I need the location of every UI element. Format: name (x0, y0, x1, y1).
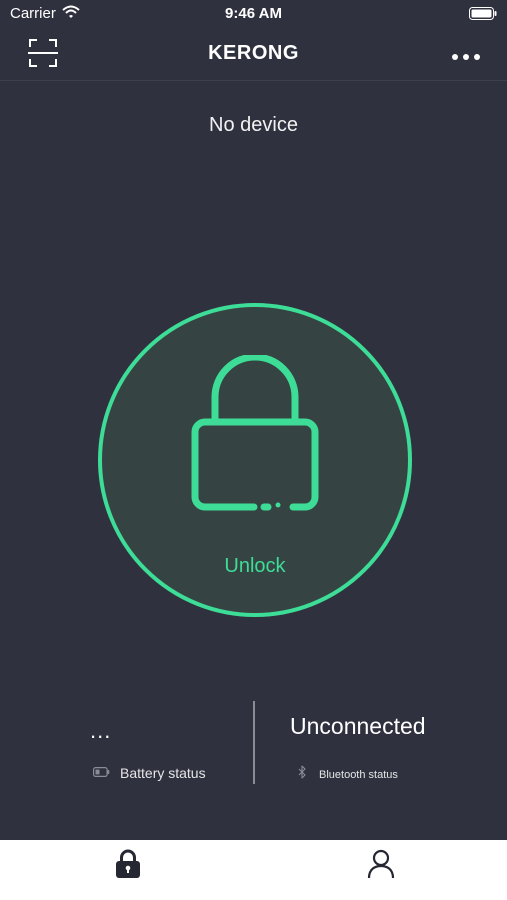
battery-icon (93, 764, 110, 782)
page-title: KERONG (208, 42, 299, 64)
bluetooth-status-label: Bluetooth status (319, 768, 398, 781)
more-dots-icon[interactable] (451, 48, 481, 66)
status-time: 9:46 AM (225, 5, 282, 22)
padlock-icon (188, 353, 322, 520)
tab-bar (0, 840, 507, 900)
battery-stat: ... Battery status (0, 700, 253, 790)
bluetooth-stat: Unconnected Bluetooth status (256, 700, 507, 790)
status-bar: Carrier 9:46 AM (0, 0, 507, 28)
bluetooth-icon (298, 765, 307, 784)
bluetooth-label-row: Bluetooth status (298, 765, 398, 784)
battery-label-row: Battery status (93, 764, 206, 782)
stats-divider (253, 701, 255, 784)
device-status-label: No device (209, 114, 298, 136)
lock-tab-icon[interactable] (115, 849, 141, 884)
battery-status-icon (469, 7, 497, 24)
battery-status-label: Battery status (120, 765, 206, 781)
unlock-label: Unlock (224, 555, 286, 577)
header: KERONG (0, 28, 507, 81)
person-icon[interactable] (367, 849, 395, 884)
battery-value: ... (90, 718, 112, 743)
bluetooth-value: Unconnected (290, 713, 426, 739)
unlock-button[interactable]: Unlock (98, 303, 412, 617)
